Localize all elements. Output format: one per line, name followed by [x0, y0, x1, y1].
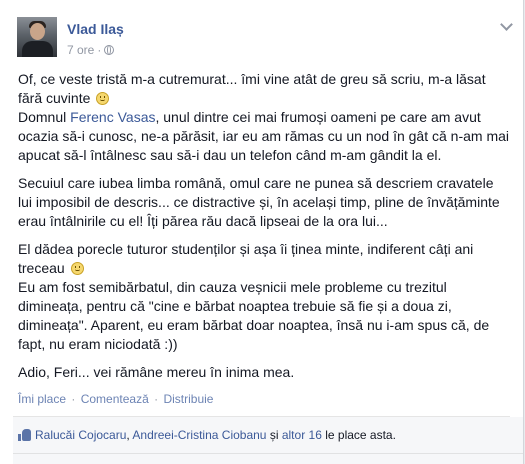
like-button[interactable]: Îmi place	[18, 392, 66, 406]
likes-summary: Ralucăi Cojocaru, Andreei-Cristina Cioba…	[18, 427, 396, 442]
paragraph-2: Secuiul care iubea limba română, omul ca…	[18, 175, 500, 229]
globe-icon[interactable]	[104, 45, 115, 55]
liker-link[interactable]: Andreei-Cristina Ciobanu	[132, 428, 266, 442]
divider	[13, 453, 523, 454]
liker-link[interactable]: Ralucăi Cojocaru	[35, 428, 126, 442]
likes-section: Ralucăi Cojocaru, Andreei-Cristina Cioba…	[13, 417, 523, 464]
post-actions: Îmi place · Comentează · Distribuie	[18, 392, 214, 406]
thumbs-up-icon	[18, 429, 31, 441]
post-timestamp[interactable]: 7 ore	[67, 43, 94, 57]
smiley-icon	[70, 262, 84, 275]
others-link[interactable]: altor 16	[282, 428, 322, 442]
post-card: Vlad Ilaș 7 ore · Of, ce veste tristă m-a…	[0, 0, 524, 464]
paragraph-3: El dădea porecle tuturor studenților și …	[18, 241, 490, 352]
author-avatar[interactable]	[17, 17, 57, 57]
chevron-down-icon[interactable]	[500, 18, 513, 31]
comment-button[interactable]: Comentează	[81, 392, 149, 406]
smiley-icon	[96, 92, 110, 105]
paragraph-4: Adio, Feri... vei rămâne mereu în inima …	[18, 364, 295, 380]
post-meta: 7 ore ·	[67, 43, 115, 57]
post-body: Of, ce veste tristă m-a cutremurat... îm…	[18, 70, 510, 391]
paragraph-1: Of, ce veste tristă m-a cutremurat... îm…	[18, 71, 510, 163]
author-name[interactable]: Vlad Ilaș	[67, 21, 124, 37]
mention-link[interactable]: Ferenc Vasas	[70, 109, 155, 125]
share-button[interactable]: Distribuie	[163, 392, 213, 406]
